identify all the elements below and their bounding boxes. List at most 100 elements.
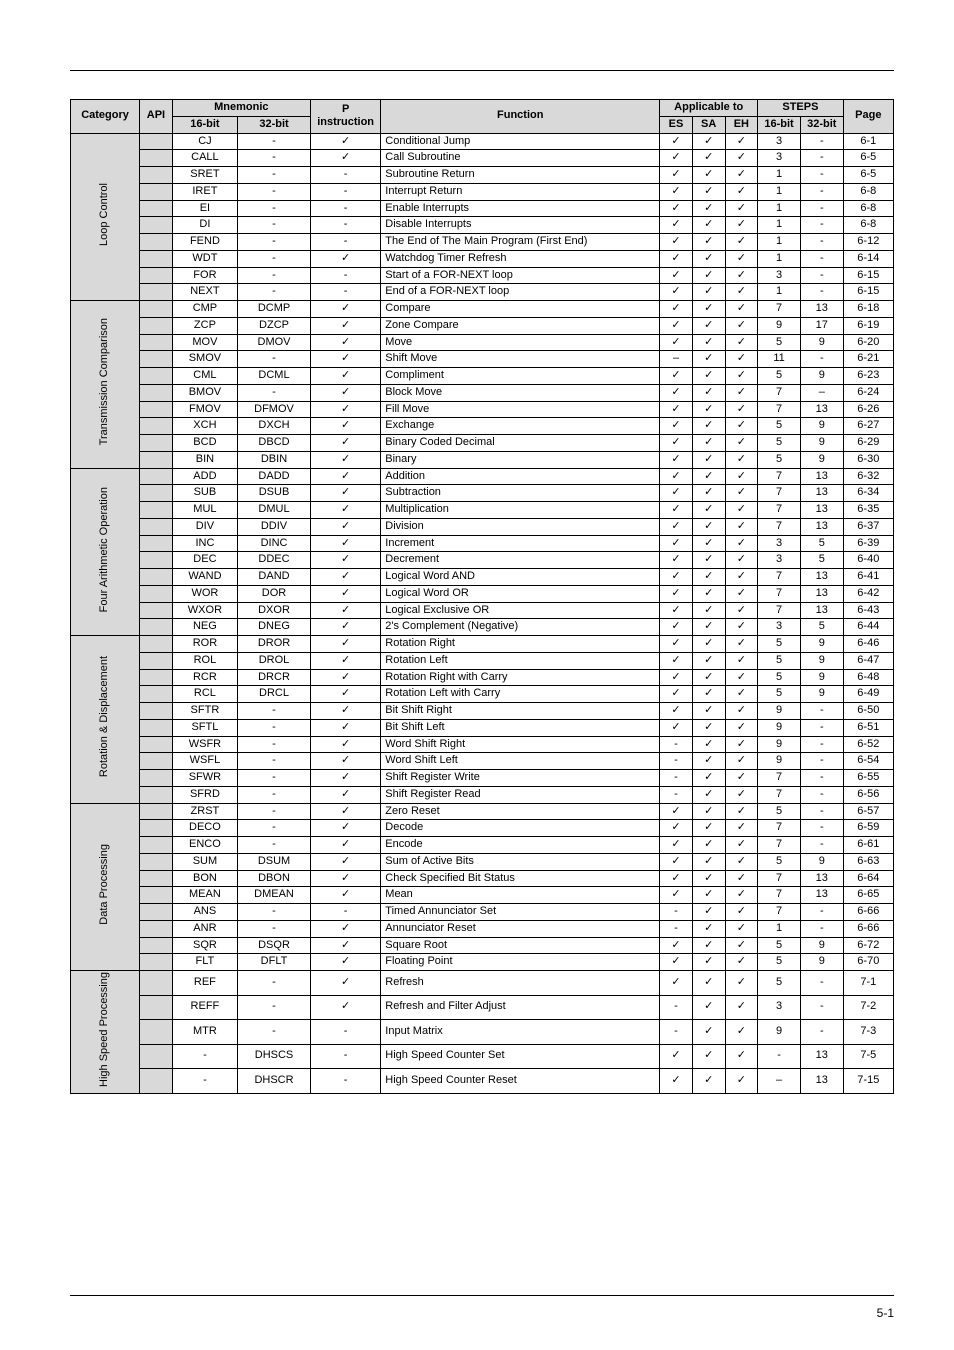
cell-es: ✓ <box>660 418 693 435</box>
cell-page: 6-24 <box>843 384 893 401</box>
cell-fn: Logical Word OR <box>381 585 660 602</box>
cell-api <box>140 753 173 770</box>
cell-page: 6-15 <box>843 284 893 301</box>
table-row: WSFR-✓Word Shift Right-✓✓9-6-52 <box>71 736 894 753</box>
cell-es: ✓ <box>660 803 693 820</box>
cell-m16: MUL <box>172 502 237 519</box>
cell-eh: ✓ <box>725 217 758 234</box>
cell-fn: 2's Complement (Negative) <box>381 619 660 636</box>
cell-m16: INC <box>172 535 237 552</box>
cell-api <box>140 167 173 184</box>
cell-m32: - <box>238 904 311 921</box>
table-row: Transmission ComparisonCMPDCMP✓Compare✓✓… <box>71 301 894 318</box>
cell-eh: ✓ <box>725 1020 758 1045</box>
cell-page: 6-27 <box>843 418 893 435</box>
cell-m16: DI <box>172 217 237 234</box>
table-row: BCDDBCD✓Binary Coded Decimal✓✓✓596-29 <box>71 435 894 452</box>
cell-es: ✓ <box>660 669 693 686</box>
cell-m32: - <box>238 995 311 1020</box>
cell-m16: CMP <box>172 301 237 318</box>
cell-api <box>140 569 173 586</box>
cell-eh: ✓ <box>725 317 758 334</box>
document-page: Category API Mnemonic P instruction Func… <box>0 0 954 1350</box>
cell-page: 6-26 <box>843 401 893 418</box>
cell-s32: 13 <box>800 518 843 535</box>
cell-p: ✓ <box>310 636 380 653</box>
cell-m16: DIV <box>172 518 237 535</box>
cell-es: - <box>660 920 693 937</box>
table-row: SFTL-✓Bit Shift Left✓✓✓9-6-51 <box>71 719 894 736</box>
cell-p: ✓ <box>310 803 380 820</box>
cell-api <box>140 250 173 267</box>
cell-m32: - <box>238 217 311 234</box>
cell-eh: ✓ <box>725 770 758 787</box>
cell-s32: 9 <box>800 686 843 703</box>
cell-page: 6-32 <box>843 468 893 485</box>
cell-m32: DADD <box>238 468 311 485</box>
table-row: Data ProcessingZRST-✓Zero Reset✓✓✓5-6-57 <box>71 803 894 820</box>
cell-sa: ✓ <box>692 904 725 921</box>
cell-fn: Sum of Active Bits <box>381 853 660 870</box>
cell-s32: - <box>800 820 843 837</box>
cell-s32: 9 <box>800 368 843 385</box>
cell-s32: - <box>800 150 843 167</box>
cell-m32: DRCR <box>238 669 311 686</box>
cell-eh: ✓ <box>725 334 758 351</box>
cell-s16: 1 <box>758 234 801 251</box>
cell-m32: DMOV <box>238 334 311 351</box>
cell-s32: - <box>800 703 843 720</box>
cell-es: ✓ <box>660 250 693 267</box>
cell-s16: 5 <box>758 418 801 435</box>
cell-api <box>140 334 173 351</box>
cell-p: ✓ <box>310 250 380 267</box>
cell-eh: ✓ <box>725 435 758 452</box>
cell-page: 6-37 <box>843 518 893 535</box>
cell-s16: 9 <box>758 1020 801 1045</box>
cell-s32: - <box>800 719 843 736</box>
cell-sa: ✓ <box>692 552 725 569</box>
cell-page: 6-35 <box>843 502 893 519</box>
cell-s32: 9 <box>800 418 843 435</box>
cell-sa: ✓ <box>692 971 725 996</box>
cell-page: 6-23 <box>843 368 893 385</box>
cell-s16: 7 <box>758 786 801 803</box>
cell-es: ✓ <box>660 317 693 334</box>
cell-s16: 7 <box>758 518 801 535</box>
cell-page: 6-64 <box>843 870 893 887</box>
cell-m32: DBIN <box>238 451 311 468</box>
table-row: MTR--Input Matrix-✓✓9-7-3 <box>71 1020 894 1045</box>
col-mnemonic: Mnemonic <box>172 100 310 117</box>
cell-fn: Binary <box>381 451 660 468</box>
cell-m32: - <box>238 284 311 301</box>
cell-eh: ✓ <box>725 518 758 535</box>
cell-es: - <box>660 904 693 921</box>
cell-p: - <box>310 284 380 301</box>
cell-api <box>140 736 173 753</box>
cell-api <box>140 585 173 602</box>
cell-s16: 7 <box>758 468 801 485</box>
cell-page: 6-29 <box>843 435 893 452</box>
cell-m32: - <box>238 837 311 854</box>
cell-api <box>140 435 173 452</box>
table-row: WANDDAND✓Logical Word AND✓✓✓7136-41 <box>71 569 894 586</box>
cell-eh: ✓ <box>725 669 758 686</box>
cell-m32: DMUL <box>238 502 311 519</box>
cell-s16: 5 <box>758 937 801 954</box>
cell-s32: - <box>800 770 843 787</box>
table-row: SUBDSUB✓Subtraction✓✓✓7136-34 <box>71 485 894 502</box>
cell-m32: DOR <box>238 585 311 602</box>
cell-m32: DROR <box>238 636 311 653</box>
cell-es: ✓ <box>660 1069 693 1094</box>
col-page: Page <box>843 100 893 134</box>
cell-api <box>140 803 173 820</box>
cell-eh: ✓ <box>725 971 758 996</box>
cell-m32: - <box>238 820 311 837</box>
cell-m16: XCH <box>172 418 237 435</box>
cell-m32: - <box>238 703 311 720</box>
cell-es: ✓ <box>660 954 693 971</box>
cell-s32: - <box>800 904 843 921</box>
cell-p: ✓ <box>310 351 380 368</box>
cell-es: ✓ <box>660 1044 693 1069</box>
cell-s16: 1 <box>758 183 801 200</box>
cell-m16: FOR <box>172 267 237 284</box>
